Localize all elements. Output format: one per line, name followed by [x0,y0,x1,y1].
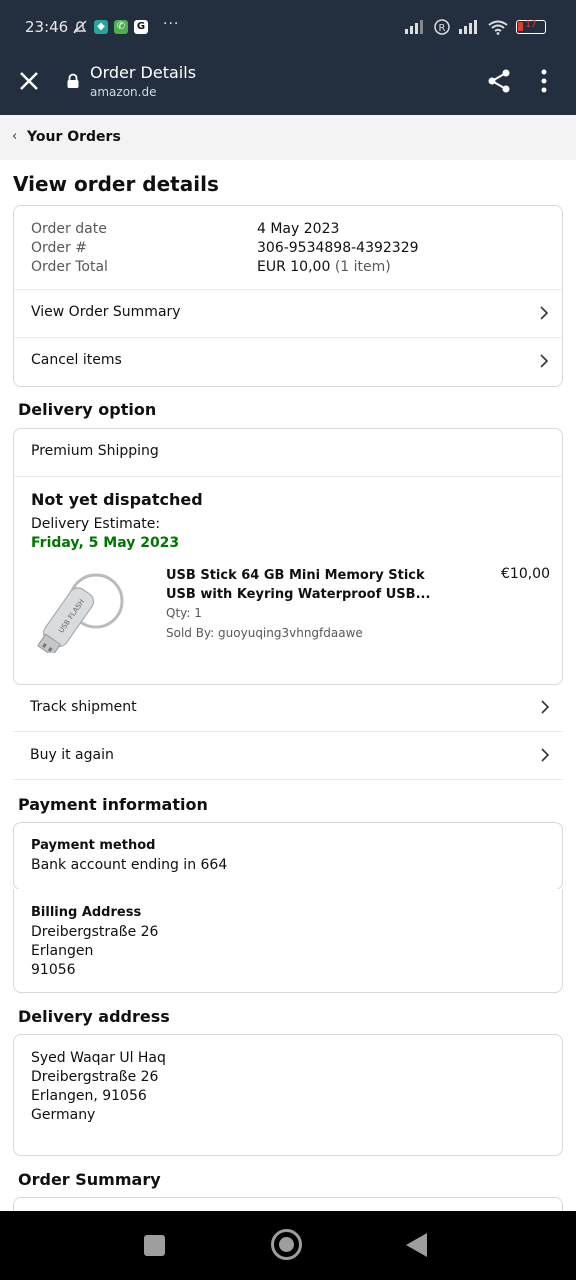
billing-street: Dreibergstraße 26 [31,924,159,940]
billing-address-card: Billing Address Dreibergstraße 26 Erlang… [13,889,563,993]
shield-app-icon: ◆ [94,20,108,34]
track-shipment-row[interactable]: Track shipment [13,684,563,732]
product-title[interactable]: USB Stick 64 GB Mini Memory Stick USB wi… [166,566,430,604]
shipping-type: Premium Shipping [31,443,159,459]
browser-toolbar: Order Details amazon.de [0,56,576,115]
billing-address-label: Billing Address [31,905,142,920]
track-shipment-label: Track shipment [30,699,137,715]
delivery-address-heading: Delivery address [18,1007,170,1026]
order-summary-heading: Order Summary [18,1170,161,1189]
signal-icon [405,20,423,34]
product-title-line-2: USB with Keyring Waterproof USB... [166,587,431,602]
delivery-option-heading: Delivery option [18,400,157,419]
payment-method-label: Payment method [31,838,156,853]
order-total-label: Order Total [31,259,108,275]
signal-2-icon [459,20,477,34]
browser-domain: amazon.de [90,85,157,99]
order-number-label: Order # [31,240,87,256]
whatsapp-icon: ✆ [114,20,128,34]
recent-apps-icon[interactable] [144,1235,165,1256]
chevron-right-icon [540,306,549,320]
system-icons: R 17 [404,19,546,35]
address-city: Erlangen, 91056 [31,1088,147,1104]
page-title: View order details [13,172,219,196]
google-icon: G [134,20,148,34]
view-order-summary-row[interactable]: View Order Summary [14,290,562,338]
order-number-value: 306-9534898-4392329 [257,240,419,256]
breadcrumb-label[interactable]: Your Orders [27,129,121,145]
order-date-value: 4 May 2023 [257,221,340,237]
close-icon[interactable] [16,68,42,94]
divider [14,476,562,477]
breadcrumb[interactable]: ‹ Your Orders [0,115,576,160]
product-title-line-1: USB Stick 64 GB Mini Memory Stick [166,568,425,583]
payment-info-heading: Payment information [18,795,208,814]
delivery-estimate-label: Delivery Estimate: [31,516,161,532]
chevron-right-icon [541,700,550,714]
delivery-card: Premium Shipping Not yet dispatched Deli… [13,428,563,685]
chevron-right-icon [541,748,550,762]
product-qty: Qty: 1 [166,606,202,620]
roaming-icon: R [434,19,450,35]
back-icon[interactable] [406,1233,427,1257]
buy-it-again-row[interactable]: Buy it again [13,732,563,780]
buy-it-again-label: Buy it again [30,747,114,763]
order-total-value: EUR 10,00 (1 item) [257,259,391,275]
browser-title: Order Details [90,63,197,82]
chevron-right-icon [540,354,549,368]
svg-text:R: R [439,23,446,34]
notification-icons: ◆ ✆ G [72,19,148,35]
view-order-summary-label: View Order Summary [31,304,181,320]
billing-city: Erlangen [31,943,94,959]
order-item-count: (1 item) [334,259,391,275]
wifi-icon [488,20,508,35]
system-nav-bar [0,1211,576,1280]
more-notifications-icon: ··· [163,16,180,32]
address-country: Germany [31,1107,96,1123]
shipment-status: Not yet dispatched [31,490,203,509]
battery-icon: 17 [516,20,546,34]
billing-postcode: 91056 [31,962,76,978]
delivery-address-card: Syed Waqar Ul Haq Dreibergstraße 26 Erla… [13,1034,563,1156]
order-info-card: Order date 4 May 2023 Order # 306-953489… [13,205,563,387]
recipient-name: Syed Waqar Ul Haq [31,1050,166,1066]
status-bar: 23:46 ◆ ✆ G ··· R 17 [0,0,576,56]
cancel-items-label: Cancel items [31,352,122,368]
share-icon[interactable] [486,68,512,94]
order-date-label: Order date [31,221,107,237]
product-seller: Sold By: guoyuqing3vhngfdaawe [166,626,363,640]
more-vert-icon[interactable] [540,69,548,93]
order-total-amount: EUR 10,00 [257,259,331,275]
product-price: €10,00 [501,566,550,582]
muted-bell-icon [73,20,87,34]
delivery-estimate-date: Friday, 5 May 2023 [31,535,180,551]
chevron-left-icon: ‹ [12,129,18,144]
home-icon[interactable] [271,1229,302,1260]
cancel-items-row[interactable]: Cancel items [14,338,562,386]
product-image[interactable]: USB FLASH [28,563,128,653]
payment-method-card: Payment method Bank account ending in 66… [13,822,563,890]
payment-method-value: Bank account ending in 664 [31,857,228,873]
app-header: 23:46 ◆ ✆ G ··· R 17 Order Details amazo… [0,0,576,115]
lock-icon [67,73,79,88]
address-street: Dreibergstraße 26 [31,1069,159,1085]
clock: 23:46 [25,18,69,36]
